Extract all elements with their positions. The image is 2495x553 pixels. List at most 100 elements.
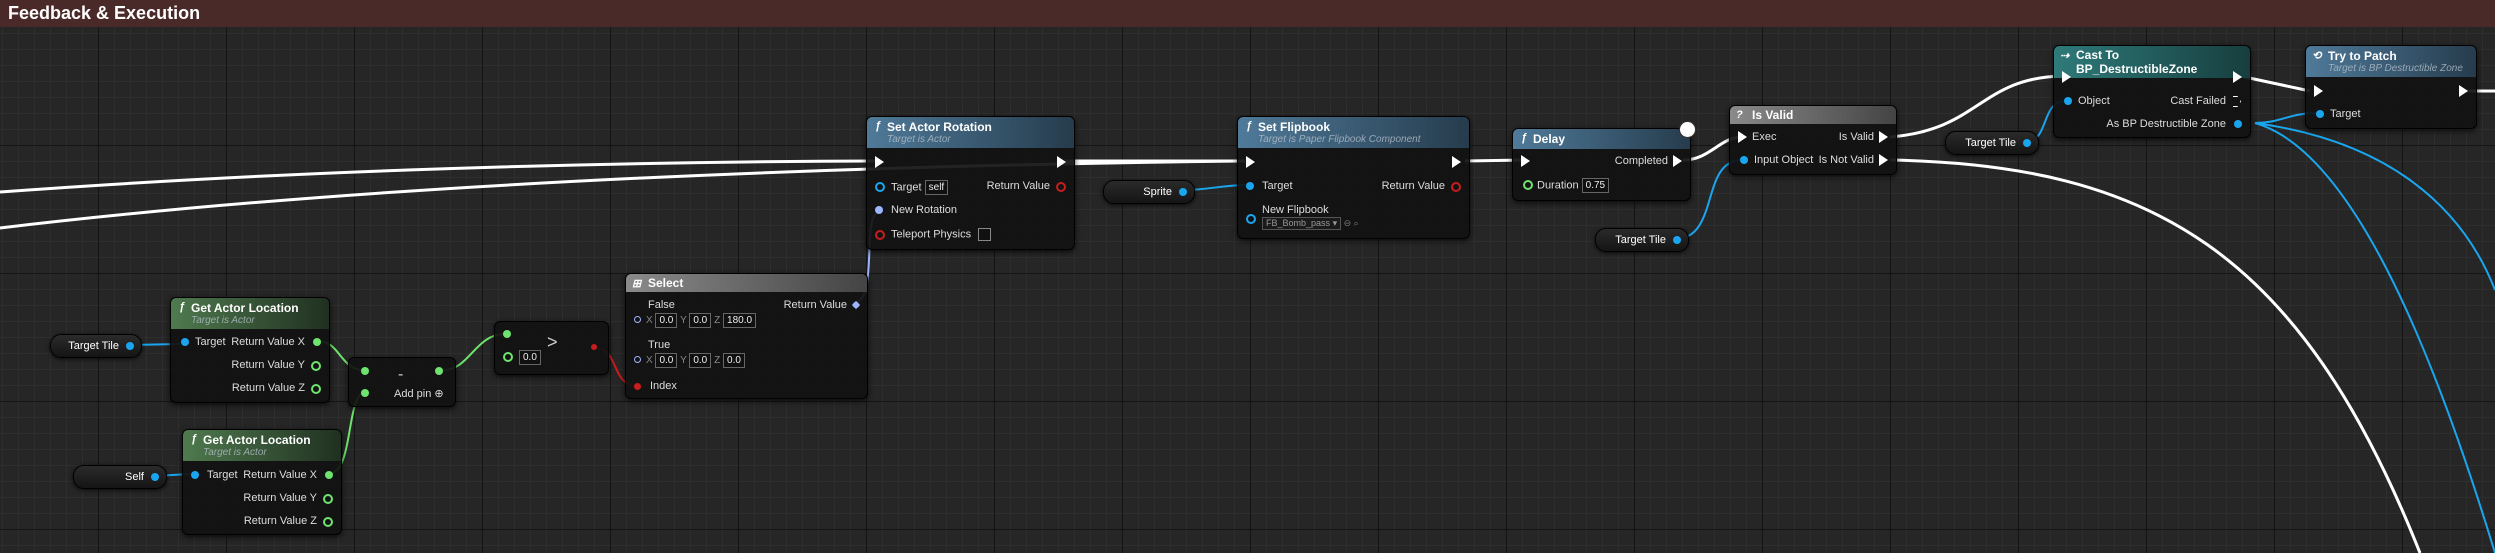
exec-in-pin[interactable]	[2062, 71, 2071, 83]
true-z-field[interactable]: 0.0	[723, 353, 746, 368]
is-valid-node[interactable]: ? Is Valid Exec Is Valid Input Object Is …	[1729, 105, 1897, 175]
exec-wire	[1889, 74, 2065, 139]
variable-target-tile[interactable]: Target Tile	[1945, 131, 2039, 155]
teleport-physics-pin[interactable]	[875, 230, 885, 240]
subtract-node[interactable]: - Add pin ⊕	[348, 357, 456, 407]
set-flipbook-node[interactable]: ƒ Set Flipbook Target is Paper Flipbook Co…	[1237, 116, 1470, 239]
return-x-pin[interactable]	[313, 338, 321, 346]
target-pin[interactable]	[1246, 182, 1254, 190]
true-y-field[interactable]: 0.0	[689, 353, 712, 368]
function-icon: ƒ	[191, 433, 198, 445]
variable-sprite[interactable]: Sprite	[1103, 180, 1195, 204]
get-actor-location-node[interactable]: ƒ Get Actor Location Target is Actor Targe…	[182, 429, 342, 535]
target-pin[interactable]	[875, 182, 885, 192]
is-valid-exec-pin[interactable]	[1879, 131, 1888, 143]
output-pin[interactable]	[435, 367, 443, 375]
teleport-checkbox[interactable]	[978, 228, 992, 241]
function-icon: ƒ	[179, 301, 186, 313]
completed-exec-pin[interactable]	[1673, 155, 1682, 167]
exec-wire	[1889, 158, 2422, 553]
bool-output-pin[interactable]	[591, 344, 597, 350]
object-pin[interactable]	[126, 342, 134, 350]
function-icon: ƒ	[1246, 120, 1253, 132]
exec-wire	[0, 159, 876, 194]
variable-target-tile[interactable]: Target Tile	[50, 334, 142, 358]
target-pin[interactable]	[181, 338, 189, 346]
return-z-pin[interactable]	[311, 384, 321, 394]
return-y-pin[interactable]	[323, 494, 333, 504]
true-pin[interactable]	[634, 356, 641, 363]
get-actor-location-node[interactable]: ƒ Get Actor Location Target is Actor Targe…	[170, 297, 330, 403]
target-self-field[interactable]: self	[924, 180, 949, 195]
select-node[interactable]: ⊞ Select False Return Value X 0.0 Y 0.0 Z…	[625, 273, 868, 399]
exec-in-pin[interactable]	[2314, 85, 2323, 97]
return-z-pin[interactable]	[323, 517, 333, 527]
input-a-pin[interactable]	[361, 367, 369, 375]
input-b-pin[interactable]	[361, 389, 369, 397]
new-flipbook-pin[interactable]	[1246, 214, 1256, 224]
input-object-pin[interactable]	[1740, 156, 1748, 164]
function-icon: ƒ	[875, 120, 882, 132]
exec-out-pin[interactable]	[1057, 156, 1066, 168]
object-pin[interactable]	[1673, 236, 1681, 244]
plus-circle-icon: ⊕	[434, 388, 444, 400]
exec-out-pin[interactable]	[1452, 156, 1461, 168]
exec-in-pin[interactable]	[1738, 131, 1747, 143]
return-value-pin[interactable]	[851, 300, 861, 310]
new-rotation-pin[interactable]	[875, 206, 883, 214]
true-x-field[interactable]: 0.0	[655, 353, 678, 368]
object-wire	[2254, 122, 2495, 553]
b-value-field[interactable]: 0.0	[519, 350, 541, 365]
input-a-pin[interactable]	[503, 330, 511, 338]
target-pin[interactable]	[2316, 110, 2324, 118]
object-pin[interactable]	[151, 473, 159, 481]
exec-out-pin[interactable]	[2233, 71, 2242, 83]
exec-out-pin[interactable]	[2459, 85, 2468, 97]
duration-field[interactable]: 0.75	[1581, 178, 1610, 193]
as-bp-destructible-zone-pin[interactable]	[2234, 120, 2242, 128]
cast-to-destructible-zone-node[interactable]: ⇢ Cast To BP_DestructibleZone Object Cast…	[2053, 45, 2251, 138]
exec-in-pin[interactable]	[875, 156, 884, 168]
index-pin[interactable]	[634, 383, 641, 390]
cast-icon: ⇢	[2060, 50, 2070, 62]
false-z-field[interactable]: 180.0	[723, 313, 757, 328]
add-pin-button[interactable]: Add pin ⊕	[394, 387, 444, 400]
cast-failed-exec-pin[interactable]	[2233, 96, 2241, 107]
function-icon: ⟲	[2312, 50, 2322, 62]
exec-in-pin[interactable]	[1521, 155, 1530, 167]
return-value-pin[interactable]	[1451, 182, 1461, 192]
object-pin[interactable]	[2064, 97, 2072, 105]
macro-question-icon: ?	[1736, 109, 1743, 121]
select-icon: ⊞	[632, 278, 642, 290]
flipbook-asset-dropdown[interactable]: FB_Bomb_pass ▾	[1262, 217, 1342, 230]
clock-icon	[1679, 121, 1696, 138]
object-pin[interactable]	[1179, 188, 1187, 196]
object-wire	[2254, 122, 2495, 291]
subtract-operator: -	[398, 366, 404, 383]
exec-in-pin[interactable]	[1246, 156, 1255, 168]
variable-self[interactable]: Self	[73, 465, 167, 489]
greater-operator: >	[547, 332, 558, 352]
return-value-pin[interactable]	[1056, 182, 1066, 192]
greater-than-node[interactable]: 0.0 >	[494, 321, 609, 375]
return-y-pin[interactable]	[311, 361, 321, 371]
target-pin[interactable]	[191, 471, 199, 479]
try-to-patch-node[interactable]: ⟲ Try to Patch Target is BP Destructible Z…	[2305, 45, 2477, 129]
return-x-pin[interactable]	[325, 471, 333, 479]
false-pin[interactable]	[634, 316, 641, 323]
browse-icon[interactable]: ⌕	[1354, 218, 1359, 228]
input-b-pin[interactable]	[503, 352, 513, 362]
use-asset-icon[interactable]: ⊖	[1344, 218, 1352, 228]
is-not-valid-exec-pin[interactable]	[1879, 154, 1888, 166]
set-actor-rotation-node[interactable]: ƒ Set Actor Rotation Target is Actor Targe…	[866, 116, 1075, 250]
object-pin[interactable]	[2023, 139, 2031, 147]
chevron-down-icon: ▾	[1332, 218, 1338, 228]
false-x-field[interactable]: 0.0	[655, 313, 678, 328]
delay-node[interactable]: ƒ Delay Completed Duration 0.75	[1512, 121, 1696, 201]
false-vector-fields: X 0.0 Y 0.0 Z 180.0	[646, 313, 757, 328]
true-vector-fields: X 0.0 Y 0.0 Z 0.0	[646, 353, 746, 368]
duration-pin[interactable]	[1523, 180, 1533, 190]
function-icon: ƒ	[1521, 132, 1528, 144]
variable-target-tile[interactable]: Target Tile	[1595, 228, 1689, 252]
false-y-field[interactable]: 0.0	[689, 313, 712, 328]
